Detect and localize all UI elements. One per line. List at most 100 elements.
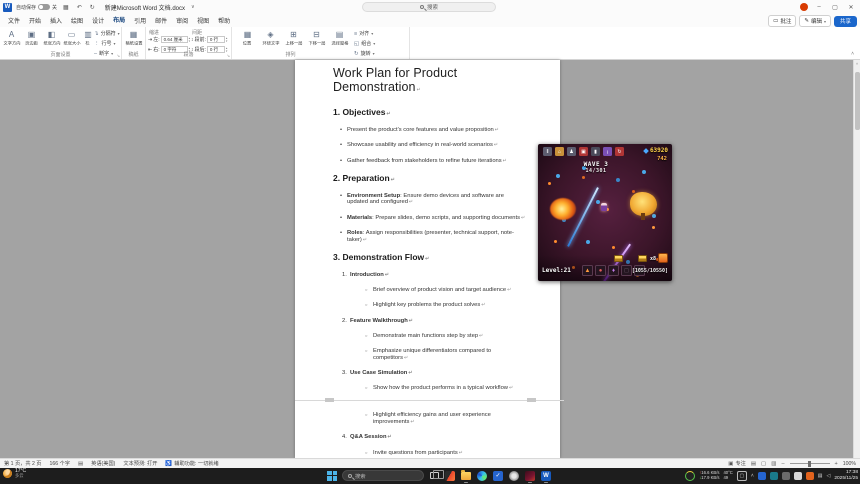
search-box[interactable]: 搜索: [362, 2, 496, 12]
task-view-button[interactable]: [428, 470, 440, 482]
line-numbers-button[interactable]: ⋮行号▾: [94, 40, 120, 47]
zoom-slider-thumb[interactable]: [808, 461, 811, 467]
edge-button[interactable]: [476, 470, 488, 482]
clock[interactable]: 17:38 2025/11/25: [834, 470, 858, 481]
read-mode-icon[interactable]: ▤: [751, 461, 756, 467]
tab-file[interactable]: 文件: [4, 14, 24, 28]
wrap-text-button[interactable]: ◈环绕文字: [261, 29, 280, 47]
page-indicator[interactable]: 第 1 页，共 2 页: [4, 460, 41, 467]
chest-icon[interactable]: [614, 255, 623, 262]
word-taskbar-button[interactable]: W: [540, 470, 552, 482]
collapse-ribbon-icon[interactable]: ˄: [851, 51, 854, 57]
space-before-field[interactable]: 0 行: [207, 36, 225, 43]
item-slot[interactable]: ▲: [582, 265, 593, 276]
item-slot-locked[interactable]: ◻: [621, 265, 632, 276]
tab-insert[interactable]: 插入: [46, 14, 66, 28]
tab-home[interactable]: 开始: [25, 14, 45, 28]
gift-button[interactable]: ▣: [579, 147, 588, 156]
performance-gauge-icon[interactable]: [685, 471, 695, 481]
stats-button[interactable]: ▮: [591, 147, 600, 156]
tray-app-icon-2[interactable]: [782, 472, 790, 480]
user-avatar[interactable]: [800, 3, 808, 11]
web-layout-icon[interactable]: ▥: [771, 461, 776, 467]
tab-design[interactable]: 设计: [88, 14, 108, 28]
tab-review[interactable]: 审阅: [172, 14, 192, 28]
tab-help[interactable]: 帮助: [214, 14, 234, 28]
hint-button[interactable]: ¡: [603, 147, 612, 156]
item-slot[interactable]: ♦: [608, 265, 619, 276]
autosave-toggle[interactable]: 自动保存 关: [16, 4, 57, 11]
comments-button[interactable]: ▭ 批注: [768, 15, 796, 27]
selection-pane-button[interactable]: ▤选择窗格: [330, 29, 349, 47]
weather-widget[interactable]: 17°C 多云: [3, 469, 26, 479]
taskbar-search[interactable]: 搜索: [342, 470, 424, 481]
pause-button[interactable]: ‖: [543, 147, 552, 156]
zoom-slider[interactable]: [790, 463, 830, 464]
tab-mailings[interactable]: 邮件: [151, 14, 171, 28]
chest-icon[interactable]: [638, 255, 647, 262]
align-button[interactable]: ≡对齐▾: [354, 30, 375, 37]
network-speed[interactable]: ↑16.6 KB/s ↓17.9 KB/s: [699, 471, 719, 480]
close-button[interactable]: ✕: [846, 4, 856, 11]
tab-layout[interactable]: 布局: [109, 13, 129, 28]
document-page[interactable]: Work Plan for Product Demonstration↵ 1. …: [295, 60, 560, 458]
text-direction-button[interactable]: A文字方向: [2, 29, 21, 47]
tab-view[interactable]: 视图: [193, 14, 213, 28]
proofing-icon[interactable]: ▤: [78, 461, 83, 467]
bring-forward-button[interactable]: ⊞上移一层: [284, 29, 303, 47]
volume-icon[interactable]: ◁: [826, 473, 830, 479]
indent-left-spinner[interactable]: ▴▾: [189, 37, 191, 43]
game-overlay-window[interactable]: ‖ ⌂ ♟ ▣ ▮ ¡ ↻ 63920 742 WAVE 3 14/301 x8…: [538, 144, 672, 281]
text-prediction[interactable]: 文本预测: 打开: [123, 460, 157, 467]
settings-button[interactable]: [508, 470, 520, 482]
tray-gear-icon[interactable]: [794, 472, 802, 480]
hidden-icons-chevron[interactable]: ˄: [751, 473, 754, 479]
character-button[interactable]: ♟: [567, 147, 576, 156]
tab-references[interactable]: 引用: [130, 14, 150, 28]
restart-button[interactable]: ↻: [615, 147, 624, 156]
manuscript-setup-button[interactable]: ▦稿纸设置: [124, 29, 143, 47]
columns-button[interactable]: ▥栏: [82, 29, 94, 47]
file-explorer-button[interactable]: [460, 470, 472, 482]
paper-size-button[interactable]: ▭纸张大小: [62, 29, 81, 47]
todo-button[interactable]: ✓: [492, 470, 504, 482]
tray-shield-icon[interactable]: [758, 472, 766, 480]
position-button[interactable]: ▦位置: [238, 29, 257, 47]
zoom-out-icon[interactable]: –: [781, 461, 784, 467]
game-app-button[interactable]: [524, 470, 536, 482]
print-layout-icon[interactable]: ▢: [761, 461, 766, 467]
zoom-in-icon[interactable]: +: [835, 461, 838, 467]
item-slot[interactable]: ●: [595, 265, 606, 276]
save-icon[interactable]: ▦: [61, 4, 71, 11]
redo-icon[interactable]: ↻: [88, 4, 97, 11]
margins-button[interactable]: ▣页边距: [22, 29, 41, 47]
maximize-button[interactable]: ▢: [830, 4, 840, 11]
shop-button[interactable]: [658, 253, 668, 263]
app-pinned-1[interactable]: [444, 470, 456, 482]
send-backward-button[interactable]: ⊟下移一层: [307, 29, 326, 47]
tray-alert-icon[interactable]: [806, 472, 814, 480]
minimize-button[interactable]: –: [814, 4, 824, 10]
page-setup-dialog-launcher-icon[interactable]: ↘: [117, 53, 120, 58]
document-title[interactable]: 新建Microsoft Word 文档.docx: [105, 3, 185, 12]
temperature-readout[interactable]: 40°C 49: [723, 471, 732, 480]
orientation-button[interactable]: ◧纸张方向: [42, 29, 61, 47]
word-count[interactable]: 166 个字: [49, 460, 69, 467]
focus-mode-button[interactable]: ▣ 专注: [728, 460, 746, 467]
title-dropdown-icon[interactable]: ∨: [191, 4, 195, 10]
indent-left-field[interactable]: 0.64 厘米: [161, 36, 188, 43]
start-button[interactable]: [326, 470, 338, 482]
share-button[interactable]: 共享: [834, 16, 857, 27]
zoom-level[interactable]: 100%: [843, 461, 856, 467]
touch-keyboard-icon[interactable]: ▤: [818, 473, 823, 479]
editing-mode-button[interactable]: ✎ 编辑 ▾: [799, 15, 831, 27]
home-button[interactable]: ⌂: [555, 147, 564, 156]
tray-app-icon-1[interactable]: [770, 472, 778, 480]
scroll-up-icon[interactable]: ˄: [854, 61, 860, 66]
autosave-switch-icon[interactable]: [38, 4, 50, 10]
space-before-spinner[interactable]: ▴▾: [226, 37, 228, 43]
tray-tool-icon[interactable]: ▢: [737, 471, 747, 481]
accessibility-status[interactable]: ♿ 辅助功能: 一切就绪: [165, 460, 218, 467]
undo-icon[interactable]: ↶: [75, 4, 84, 11]
group-objects-button[interactable]: ◱组合▾: [354, 40, 375, 47]
